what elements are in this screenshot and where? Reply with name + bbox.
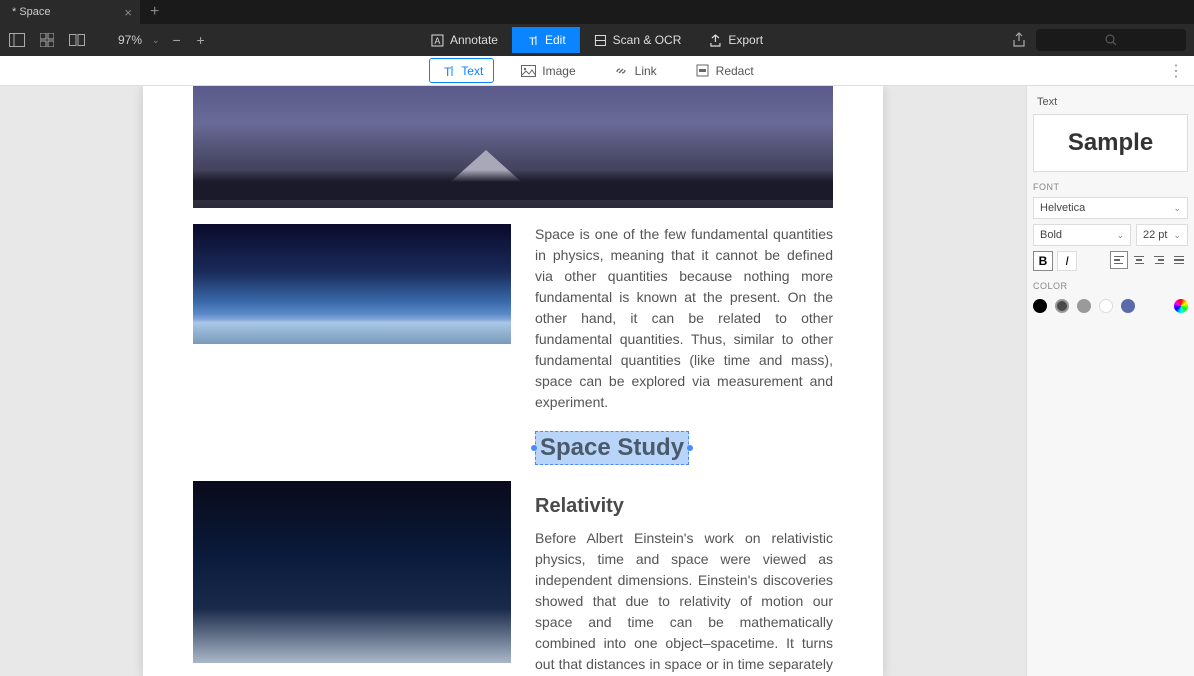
space-image[interactable]	[193, 481, 511, 663]
document-page: Space is one of the few fundamental quan…	[143, 86, 883, 676]
document-viewport[interactable]: Space is one of the few fundamental quan…	[0, 86, 1026, 676]
text-properties-panel: Text Sample FONT Helvetica ⌄ Bold ⌄ 22 p…	[1026, 86, 1194, 676]
sample-preview: Sample	[1033, 114, 1188, 172]
align-left-button[interactable]	[1110, 251, 1128, 269]
scan-ocr-button[interactable]: Scan & OCR	[580, 27, 696, 53]
color-swatch-white[interactable]	[1099, 299, 1113, 313]
selected-heading-text: Space Study	[540, 434, 684, 461]
color-swatch-gray[interactable]	[1077, 299, 1091, 313]
svg-text:A: A	[434, 36, 440, 46]
zoom-in-button[interactable]: +	[194, 32, 208, 48]
more-icon[interactable]: ⋮	[1168, 61, 1184, 81]
panel-title: Text	[1033, 94, 1188, 110]
font-size-dropdown[interactable]: 22 pt ⌄	[1136, 224, 1188, 246]
chevron-down-icon: ⌄	[1116, 230, 1124, 241]
edit-label: Edit	[545, 33, 566, 47]
svg-text:T: T	[529, 36, 536, 47]
earth-image[interactable]	[193, 224, 511, 344]
color-swatch-blue[interactable]	[1121, 299, 1135, 313]
text-tool-label: Text	[461, 64, 483, 78]
image-tool-label: Image	[542, 64, 575, 78]
redact-tool-icon	[695, 63, 710, 78]
font-family-value: Helvetica	[1040, 202, 1085, 214]
font-section-label: FONT	[1033, 182, 1188, 192]
selection-handle-left[interactable]	[531, 445, 537, 451]
new-tab-button[interactable]: +	[140, 3, 169, 21]
color-section-label: COLOR	[1033, 281, 1188, 291]
thumbnails-icon[interactable]	[38, 31, 56, 49]
redact-tool-label: Redact	[716, 64, 754, 78]
font-family-dropdown[interactable]: Helvetica ⌄	[1033, 197, 1188, 219]
edit-button[interactable]: T Edit	[512, 27, 580, 53]
document-tab[interactable]: * Space ×	[0, 0, 140, 24]
sidebar-toggle-icon[interactable]	[8, 31, 26, 49]
search-input[interactable]	[1036, 29, 1186, 51]
search-icon	[1105, 34, 1117, 46]
export-label: Export	[728, 33, 763, 47]
align-right-button[interactable]	[1150, 251, 1168, 269]
font-size-value: 22 pt	[1143, 229, 1167, 241]
export-button[interactable]: Export	[695, 27, 777, 53]
paragraph-2[interactable]: Before Albert Einstein's work on relativ…	[535, 528, 833, 676]
share-icon[interactable]	[1012, 32, 1028, 48]
heading-relativity[interactable]: Relativity	[535, 495, 833, 518]
close-tab-icon[interactable]: ×	[124, 5, 132, 20]
edit-sub-toolbar: T Text Image Link Redact ⋮	[0, 56, 1194, 86]
annotate-button[interactable]: A Annotate	[417, 27, 512, 53]
redact-tool-button[interactable]: Redact	[684, 58, 765, 83]
link-tool-button[interactable]: Link	[603, 58, 668, 83]
hero-image[interactable]	[193, 86, 833, 208]
paragraph-1[interactable]: Space is one of the few fundamental quan…	[535, 224, 833, 413]
bold-button[interactable]: B	[1033, 251, 1053, 271]
annotate-label: Annotate	[450, 33, 498, 47]
link-tool-label: Link	[635, 64, 657, 78]
italic-button[interactable]: I	[1057, 251, 1077, 271]
scan-label: Scan & OCR	[613, 33, 682, 47]
zoom-caret-icon[interactable]: ⌄	[152, 35, 160, 46]
image-tool-button[interactable]: Image	[510, 58, 586, 83]
chevron-down-icon: ⌄	[1173, 203, 1181, 214]
tab-title: * Space	[12, 6, 51, 18]
zoom-out-button[interactable]: −	[170, 32, 184, 48]
link-tool-icon	[614, 63, 629, 78]
tab-bar: * Space × +	[0, 0, 1194, 24]
text-tool-icon: T	[440, 63, 455, 78]
color-picker-button[interactable]	[1174, 299, 1188, 313]
main-toolbar: 97% ⌄ − + A Annotate T Edit Scan & OCR E…	[0, 24, 1194, 56]
color-swatch-black[interactable]	[1033, 299, 1047, 313]
selection-handle-right[interactable]	[687, 445, 693, 451]
align-justify-button[interactable]	[1170, 251, 1188, 269]
selected-text-heading[interactable]: Space Study	[535, 431, 689, 465]
font-weight-dropdown[interactable]: Bold ⌄	[1033, 224, 1131, 246]
font-weight-value: Bold	[1040, 229, 1062, 241]
svg-text:T: T	[444, 65, 452, 78]
align-center-button[interactable]	[1130, 251, 1148, 269]
color-swatch-darkgray[interactable]	[1055, 299, 1069, 313]
view-mode-icon[interactable]	[68, 31, 86, 49]
chevron-down-icon: ⌄	[1173, 230, 1181, 241]
text-tool-button[interactable]: T Text	[429, 58, 494, 83]
image-tool-icon	[521, 63, 536, 78]
zoom-value[interactable]: 97%	[118, 33, 142, 47]
